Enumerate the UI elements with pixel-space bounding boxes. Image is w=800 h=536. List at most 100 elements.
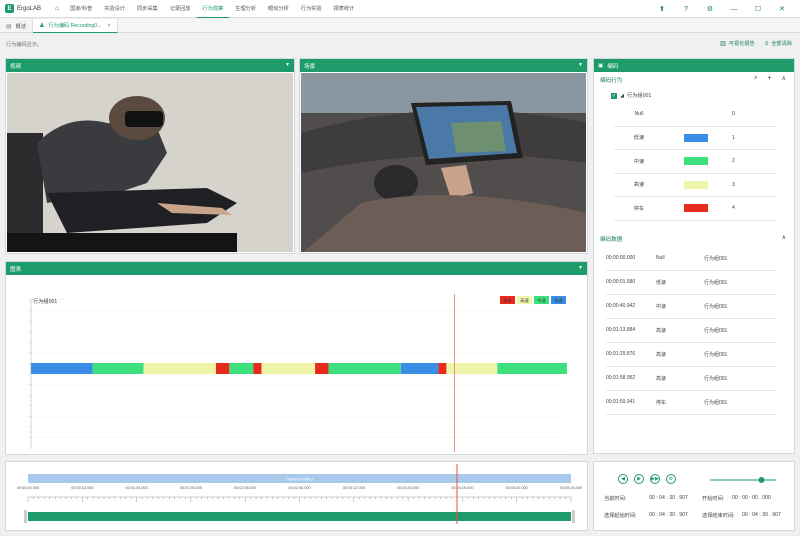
settings-icon[interactable]: ⚙ — [698, 5, 722, 13]
behavior-segment — [143, 363, 216, 374]
scene-panel-title: 场景 — [304, 63, 316, 70]
coding-data-row[interactable]: 00:01:58.952 高速 行为组001 — [606, 367, 776, 391]
current-time-value: 00 : 04 : 30 . 907 — [649, 495, 688, 501]
selection-end-label: 选择结束时间: — [702, 513, 735, 519]
home-icon[interactable]: ⌂ — [50, 5, 64, 12]
search-icon[interactable]: ⌕ — [754, 75, 757, 82]
menu-item[interactable]: 行为实验 — [295, 0, 328, 18]
menu-item[interactable]: 记录回放 — [164, 0, 197, 18]
behavior-color-swatch[interactable] — [684, 204, 708, 213]
coding-data-row[interactable]: 00:01:59.941 停车 行为组001 — [606, 391, 776, 415]
coding-data-row[interactable]: 00:00:00.000 Null 行为组001 — [606, 247, 776, 271]
maximize-icon[interactable]: ☐ — [746, 5, 770, 13]
behavior-row[interactable]: 中速 2 — [614, 150, 776, 174]
tab-close-icon[interactable]: × — [108, 23, 111, 29]
collapse-icon[interactable]: ◢ — [620, 93, 624, 99]
behavior-segment — [92, 363, 144, 374]
menu-item[interactable]: 实验设计 — [98, 0, 131, 18]
coding-tools: ⌕ + ∧ — [744, 75, 786, 82]
coding-data-row[interactable]: 00:00:01.580 低速 行为组001 — [606, 271, 776, 295]
coding-data-row[interactable]: 00:00:40.942 中速 行为组001 — [606, 295, 776, 319]
close-icon[interactable]: ✕ — [770, 5, 794, 13]
report-button[interactable]: ▥ 可视化报告 — [720, 40, 755, 47]
coding-data-row[interactable]: 00:01:29.876 高速 行为组001 — [606, 343, 776, 367]
behavior-segment — [253, 363, 262, 374]
behavior-name: 停车 — [633, 205, 645, 212]
participant-video-frame — [7, 73, 293, 252]
clear-label: 全部清除 — [771, 41, 792, 47]
scene-panel: 场景 ▼ — [299, 58, 588, 254]
menu-item[interactable]: 眼动分析 — [262, 0, 295, 18]
minimize-icon[interactable]: — — [722, 6, 746, 13]
behavior-color-swatch[interactable] — [684, 110, 708, 118]
menu-item[interactable]: 国家/科普 — [64, 0, 98, 18]
behavior-segment — [438, 363, 447, 374]
menu-item[interactable]: 生理分析 — [229, 0, 262, 18]
rewind-button[interactable]: ◀ — [618, 474, 628, 484]
coding-data-list: 00:00:00.000 Null 行为组001 00:00:01.580 低速 行为组0… — [594, 247, 794, 415]
document-icon: ▤ — [6, 23, 12, 30]
clear-all-button[interactable]: ≡ 全部清除 — [765, 40, 792, 48]
behavior-segment — [229, 363, 254, 374]
forward-button[interactable]: ▶▶ — [650, 474, 660, 484]
behavior-group[interactable]: ✓ ◢ 行为组001 — [594, 88, 794, 103]
timeline-track[interactable]: Camera Video 00:00:00.000 00:00:12.000 00:0… — [6, 462, 587, 530]
volume-slider[interactable] — [710, 475, 780, 485]
range-handle-right[interactable] — [572, 510, 575, 523]
start-time-value: 00 : 00 : 00 . 000 — [732, 495, 771, 501]
behavior-row[interactable]: 停车 4 — [614, 197, 776, 221]
behavior-segment — [261, 363, 316, 374]
chevron-up-icon[interactable]: ∧ — [782, 234, 786, 241]
window-controls: ⬆ ? ⚙ — ☐ ✕ — [650, 0, 794, 18]
time-tick-label: 00:00:12.000 — [71, 486, 93, 490]
coded-group: 行为组001 — [704, 399, 728, 406]
video-track-label: Camera Video — [286, 477, 313, 482]
behavior-row[interactable]: Null 0 — [614, 103, 776, 127]
start-time-label: 开始时间: — [702, 496, 725, 502]
behavior-row[interactable]: 高速 3 — [614, 174, 776, 197]
main-menu: 国家/科普 实验设计 同步采集 记录回放 行为观察 生理分析 眼动分析 行为实验 报表统计 — [64, 0, 360, 18]
behavior-name: 低速 — [633, 135, 645, 142]
coded-time: 00:00:40.942 — [606, 303, 636, 309]
coded-time: 00:01:59.941 — [606, 399, 636, 405]
behavior-segment — [315, 363, 329, 374]
menu-item[interactable]: 同步采集 — [131, 0, 164, 18]
selection-start-value: 00 : 04 : 30 . 907 — [649, 512, 688, 518]
logo-icon: E — [5, 4, 14, 13]
settings-icon[interactable]: ⚙ — [666, 474, 676, 484]
add-icon[interactable]: + — [768, 75, 772, 82]
coded-group: 行为组001 — [704, 351, 728, 358]
chevron-down-icon[interactable]: ▼ — [578, 265, 583, 271]
chevron-down-icon[interactable]: ▼ — [578, 62, 583, 68]
upload-icon[interactable]: ⬆ — [650, 5, 674, 13]
coded-time: 00:01:58.952 — [606, 375, 636, 381]
behavior-color-swatch[interactable] — [684, 180, 708, 189]
behavior-timeline-chart: 行为组001 停车 高速 中速 低速 — [29, 294, 567, 452]
chart-panel-title: 图表 — [10, 266, 22, 273]
coding-behaviors-header: 编码行为 ⌕ + ∧ — [594, 72, 794, 88]
behavior-color-swatch[interactable] — [684, 157, 708, 166]
coded-behavior: 低速 — [656, 279, 667, 286]
chevron-down-icon[interactable]: ▼ — [285, 62, 290, 68]
menu-item[interactable]: 报表统计 — [328, 0, 361, 18]
current-time-label: 当前时间: — [604, 496, 627, 502]
tab-overview[interactable]: ▤ 概述 — [0, 19, 34, 33]
tab-behavior-coding[interactable]: ♟ 行为编码 Recording0... × — [33, 19, 118, 33]
behavior-color-swatch[interactable] — [684, 133, 708, 142]
report-label: 可视化报告 — [728, 41, 755, 47]
vr-scene-video — [301, 73, 586, 252]
behavior-segment — [497, 363, 567, 374]
behavior-name: 高速 — [633, 182, 645, 189]
menu-item[interactable]: 行为观察 — [196, 0, 230, 18]
behavior-row[interactable]: 低速 1 — [614, 127, 776, 150]
checkbox-icon[interactable]: ✓ — [611, 92, 617, 99]
behavior-name: 中速 — [633, 158, 645, 165]
help-icon[interactable]: ? — [674, 6, 698, 13]
range-handle-left[interactable] — [24, 510, 27, 523]
play-button[interactable]: ▶ — [634, 474, 644, 484]
coding-data-row[interactable]: 00:01:13.884 高速 行为组001 — [606, 319, 776, 343]
selection-range[interactable] — [28, 512, 571, 521]
chevron-up-icon[interactable]: ∧ — [782, 75, 786, 82]
sub-toolbar: 行为编码显示。 ▥ 可视化报告 ≡ 全部清除 — [0, 34, 800, 54]
vr-scene-frame — [301, 73, 586, 252]
